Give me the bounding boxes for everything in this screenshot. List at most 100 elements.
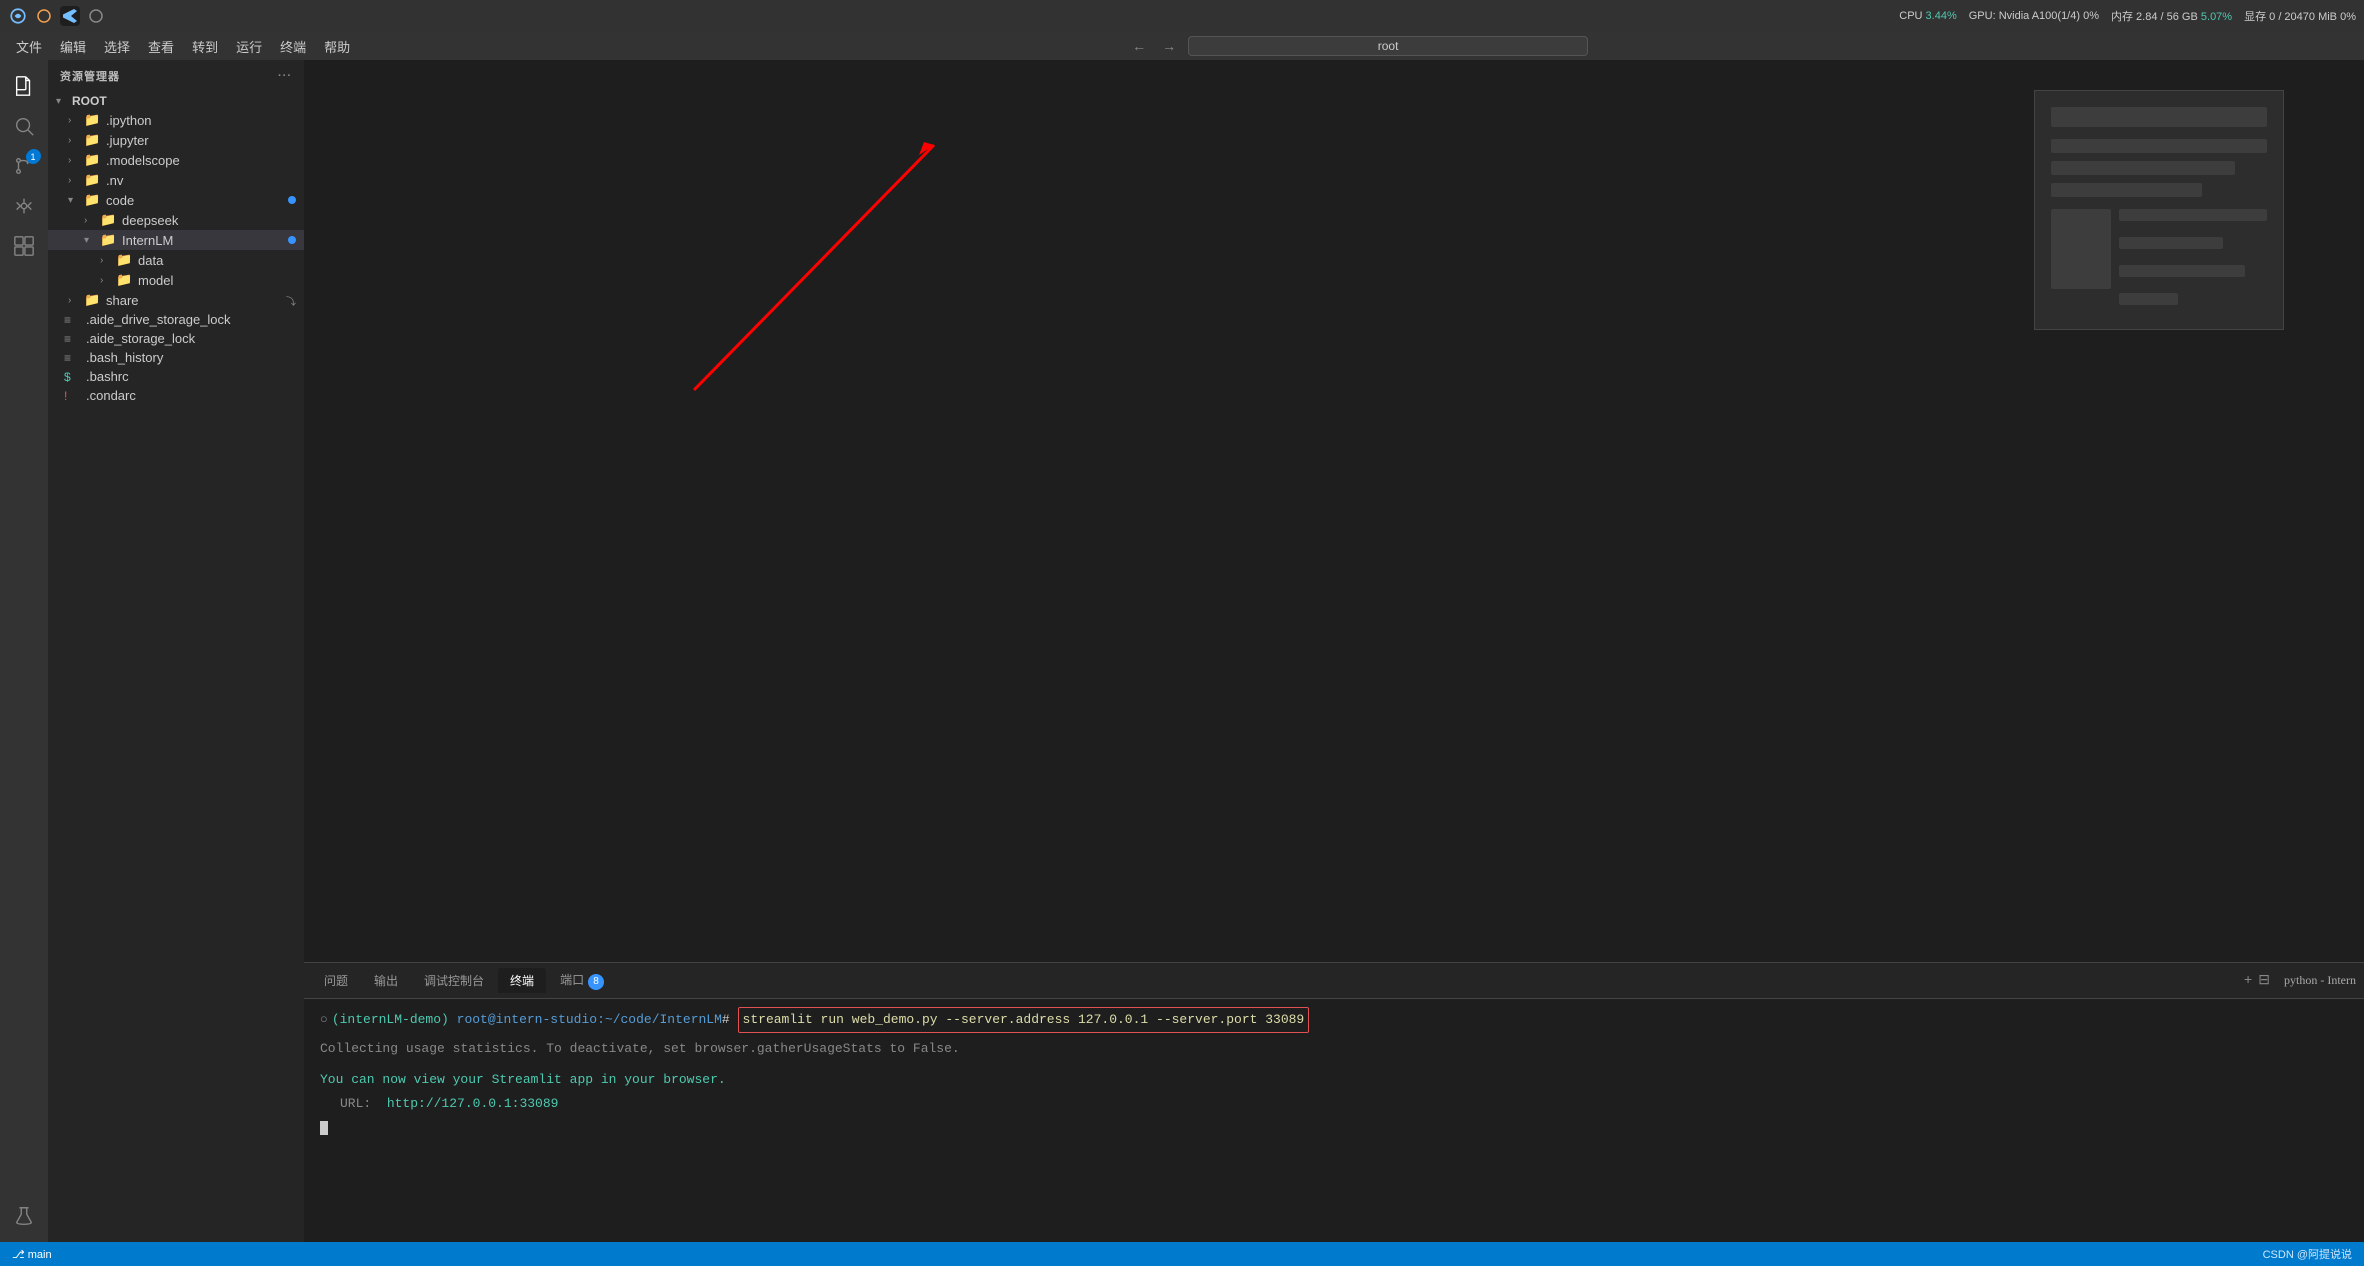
tab-problems[interactable]: 问题 [312, 968, 360, 993]
status-left: ⎇ main [12, 1248, 52, 1261]
file-list-icon: ≡ [64, 332, 82, 346]
tab-output[interactable]: 输出 [362, 968, 410, 993]
gpu-stat: GPU: Nvidia A100(1/4) 0% [1969, 10, 2099, 22]
folder-icon: 📁 [84, 172, 102, 188]
activity-bottom [6, 1198, 42, 1242]
terminal-add[interactable]: + [2244, 973, 2252, 989]
menu-goto[interactable]: 转到 [184, 35, 226, 58]
nav-forward[interactable]: → [1158, 36, 1180, 56]
port-badge: 8 [588, 974, 604, 990]
preview-side [2051, 209, 2267, 313]
preview-side-line-1 [2119, 209, 2267, 221]
file-list-icon: ≡ [64, 351, 82, 365]
activity-debug[interactable] [6, 188, 42, 224]
file-dollar-icon: $ [64, 370, 82, 384]
term-streamlit-msg: You can now view your Streamlit app in y… [320, 1070, 726, 1090]
term-prompt-line: ○ (internLM-demo) root@intern-studio :~/… [320, 1007, 2348, 1033]
activity-git[interactable]: 1 [6, 148, 42, 184]
tab-terminal[interactable]: 终端 [498, 968, 546, 993]
tree-code[interactable]: ▾ 📁 code [48, 190, 304, 210]
disk-stat: 显存 0 / 20470 MiB 0% [2244, 8, 2356, 24]
git-branch: ⎇ main [12, 1248, 52, 1261]
search-bar[interactable]: root [1188, 36, 1588, 56]
tree-internlm[interactable]: ▾ 📁 InternLM [48, 230, 304, 250]
aide-drive-label: .aide_drive_storage_lock [86, 312, 231, 327]
folder-icon: 📁 [84, 152, 102, 168]
term-cursor-line [320, 1121, 2348, 1135]
editor-content [304, 60, 2364, 962]
term-streamlit-msg-line: You can now view your Streamlit app in y… [320, 1066, 2348, 1090]
term-hash: # [722, 1010, 730, 1030]
share-badge: ⤵ [286, 293, 296, 308]
preview-line-2 [2051, 161, 2235, 175]
menu-file[interactable]: 文件 [8, 35, 50, 58]
activity-flask[interactable] [6, 1198, 42, 1234]
tab-ports[interactable]: 端口8 [548, 967, 616, 994]
tree-nv[interactable]: › 📁 .nv [48, 170, 304, 190]
preview-line-3 [2051, 183, 2202, 197]
jupyter-label: .jupyter [106, 133, 149, 148]
file-exclaim-icon: ! [64, 389, 82, 403]
preview-line-1 [2051, 139, 2267, 153]
tree-jupyter[interactable]: › 📁 .jupyter [48, 130, 304, 150]
menu-edit[interactable]: 编辑 [52, 35, 94, 58]
folder-icon: 📁 [116, 252, 134, 268]
code-badge [288, 196, 296, 204]
activity-extensions[interactable] [6, 228, 42, 264]
term-user: root@intern-studio [457, 1010, 597, 1030]
terminal-panel: 问题 输出 调试控制台 终端 端口8 + ⊟ python - Intern ○… [304, 962, 2364, 1242]
tree-ipython[interactable]: › 📁 .ipython [48, 110, 304, 130]
tree-deepseek[interactable]: › 📁 deepseek [48, 210, 304, 230]
tree-condarc[interactable]: ! .condarc [48, 386, 304, 405]
folder-icon: 📁 [100, 232, 118, 248]
root-arrow: ▾ [56, 96, 72, 107]
circle-icon[interactable] [86, 6, 106, 26]
tree-data[interactable]: › 📁 data [48, 250, 304, 270]
preview-header [2051, 107, 2267, 127]
aide-storage-label: .aide_storage_lock [86, 331, 195, 346]
tree-root[interactable]: ▾ ROOT [48, 92, 304, 110]
terminal-body[interactable]: ○ (internLM-demo) root@intern-studio :~/… [304, 999, 2364, 1242]
nav-back[interactable]: ← [1128, 36, 1150, 56]
terminal-split[interactable]: ⊟ [2258, 972, 2270, 989]
ram-stat: 内存 2.84 / 56 GB 5.07% [2111, 8, 2232, 24]
internlm-label: InternLM [122, 233, 173, 248]
menu-view[interactable]: 查看 [140, 35, 182, 58]
internlm-arrow: ▾ [84, 235, 100, 246]
preview-side-line-4 [2119, 293, 2178, 305]
folder-icon: 📁 [100, 212, 118, 228]
preview-panel [2034, 90, 2284, 330]
menu-terminal[interactable]: 终端 [272, 35, 314, 58]
menu-help[interactable]: 帮助 [316, 35, 358, 58]
tree-modelscope[interactable]: › 📁 .modelscope [48, 150, 304, 170]
menu-run[interactable]: 运行 [228, 35, 270, 58]
title-bar: CPU 3.44% GPU: Nvidia A100(1/4) 0% 内存 2.… [0, 0, 2364, 32]
file-list-icon: ≡ [64, 313, 82, 327]
sidebar-options[interactable]: ··· [278, 70, 292, 82]
term-circle: ○ [320, 1010, 328, 1030]
preview-side-line-3 [2119, 265, 2245, 277]
share-label: share [106, 293, 139, 308]
preview-main-mock [2119, 209, 2267, 313]
tree-aide-drive[interactable]: ≡ .aide_drive_storage_lock [48, 310, 304, 329]
tree-bash-history[interactable]: ≡ .bash_history [48, 348, 304, 367]
activity-files[interactable] [6, 68, 42, 104]
tree-share[interactable]: › 📁 share ⤵ [48, 290, 304, 310]
term-url-value: http://127.0.0.1:33089 [387, 1094, 559, 1114]
menu-bar: 文件 编辑 选择 查看 转到 运行 终端 帮助 ← → root [0, 32, 2364, 60]
sync-icon[interactable] [34, 6, 54, 26]
code-label: code [106, 193, 134, 208]
main-layout: 1 资源管理器 ··· ▾ ROOT › 📁 .ipython [0, 60, 2364, 1242]
bashrc-label: .bashrc [86, 369, 129, 384]
tree-aide-storage[interactable]: ≡ .aide_storage_lock [48, 329, 304, 348]
menu-select[interactable]: 选择 [96, 35, 138, 58]
terminal-tabs: 问题 输出 调试控制台 终端 端口8 + ⊟ python - Intern [304, 963, 2364, 999]
tree-model[interactable]: › 📁 model [48, 270, 304, 290]
term-path: :~/code/InternLM [597, 1010, 722, 1030]
vscode-icon [60, 6, 80, 26]
tree-bashrc[interactable]: $ .bashrc [48, 367, 304, 386]
activity-search[interactable] [6, 108, 42, 144]
data-label: data [138, 253, 163, 268]
status-csdn: CSDN @阿提说说 [2263, 1246, 2352, 1262]
tab-debug[interactable]: 调试控制台 [412, 968, 496, 993]
